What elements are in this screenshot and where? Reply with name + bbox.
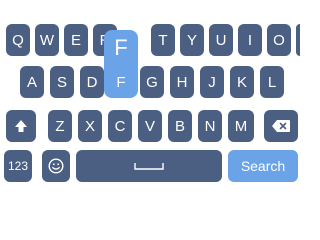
key-w[interactable]: W (35, 24, 59, 56)
key-q[interactable]: Q (6, 24, 30, 56)
key-c[interactable]: C (108, 110, 132, 142)
key-b[interactable]: B (168, 110, 192, 142)
key-label: S (56, 73, 67, 91)
key-label: D (86, 73, 98, 91)
emoji-icon (48, 158, 64, 174)
key-label: U (215, 31, 227, 49)
key-label: I (247, 31, 253, 49)
numbers-key[interactable]: 123 (4, 150, 32, 182)
key-label: V (144, 117, 155, 135)
key-u[interactable]: U (209, 24, 233, 56)
key-y[interactable]: Y (180, 24, 204, 56)
key-e[interactable]: E (64, 24, 88, 56)
key-label: L (267, 73, 277, 91)
key-label: Z (55, 117, 65, 135)
key-f[interactable]: F (108, 66, 134, 98)
key-label: K (236, 73, 247, 91)
key-j[interactable]: J (200, 66, 224, 98)
emoji-key[interactable] (42, 150, 70, 182)
numbers-key-label: 123 (7, 159, 29, 173)
keyboard: Q W E R T Y U I O P A S D F F G H J K L … (0, 0, 300, 200)
key-label: C (114, 117, 126, 135)
key-k[interactable]: K (230, 66, 254, 98)
key-label: N (204, 117, 216, 135)
key-m[interactable]: M (228, 110, 254, 142)
key-g[interactable]: G (140, 66, 164, 98)
key-label: H (176, 73, 188, 91)
key-i[interactable]: I (238, 24, 262, 56)
key-label: Q (12, 31, 24, 49)
space-bar[interactable] (76, 150, 222, 182)
space-bar-icon (134, 162, 164, 170)
backspace-key[interactable] (264, 110, 298, 142)
key-s[interactable]: S (50, 66, 74, 98)
key-label: J (208, 73, 216, 91)
key-p[interactable]: P (296, 24, 300, 56)
backspace-icon (272, 120, 290, 132)
key-o[interactable]: O (267, 24, 291, 56)
key-x[interactable]: X (78, 110, 102, 142)
key-label: T (158, 31, 168, 49)
key-z[interactable]: Z (48, 110, 72, 142)
shift-arrow-icon (14, 119, 28, 133)
search-button[interactable]: Search (228, 150, 298, 182)
key-label: O (273, 31, 285, 49)
key-a[interactable]: A (20, 66, 44, 98)
key-h[interactable]: H (170, 66, 194, 98)
key-label: A (26, 73, 37, 91)
key-label: B (174, 117, 185, 135)
key-label: Y (186, 31, 197, 49)
key-v[interactable]: V (138, 110, 162, 142)
key-label: W (39, 31, 55, 49)
key-d[interactable]: D (80, 66, 104, 98)
key-label: F (116, 73, 126, 91)
key-l[interactable]: L (260, 66, 284, 98)
key-label: G (146, 73, 158, 91)
shift-key[interactable] (6, 110, 36, 142)
key-popup-letter: F (114, 35, 128, 60)
key-label: M (234, 117, 248, 135)
search-button-label: Search (240, 158, 286, 174)
key-n[interactable]: N (198, 110, 222, 142)
key-label: X (84, 117, 95, 135)
key-t[interactable]: T (151, 24, 175, 56)
key-label: E (70, 31, 81, 49)
